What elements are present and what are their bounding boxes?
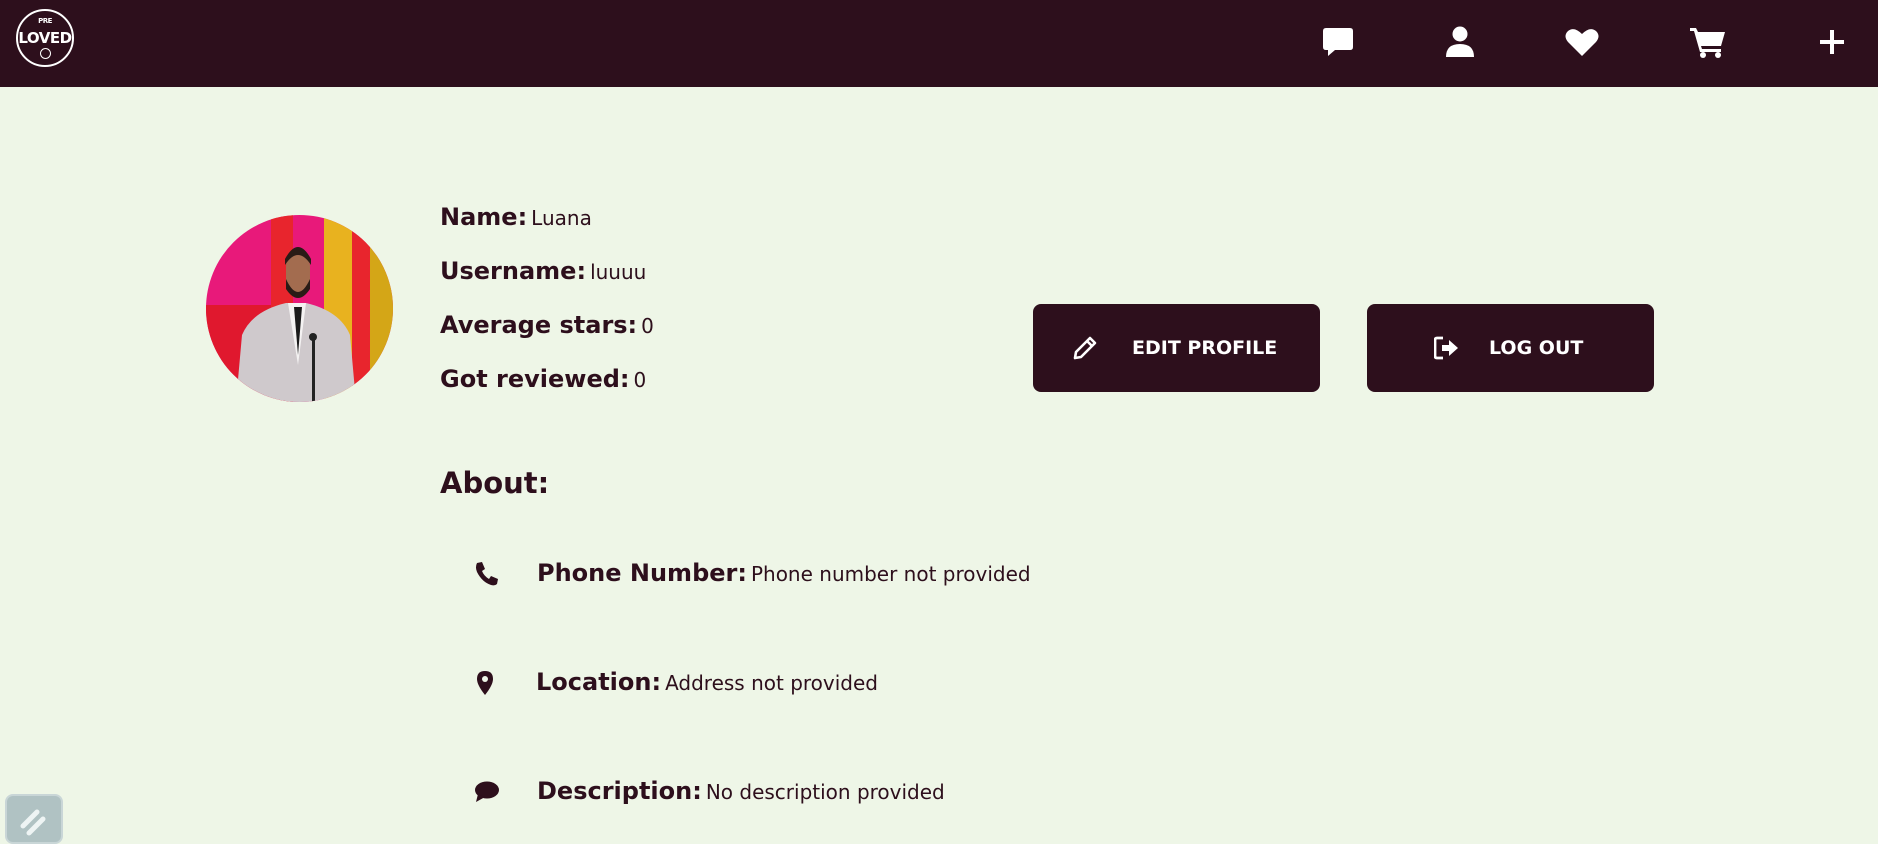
profile-nav-button[interactable]	[1440, 22, 1480, 62]
lightning-icon	[20, 809, 46, 836]
got-reviewed-label: Got reviewed:	[440, 365, 630, 393]
got-reviewed-row: Got reviewed: 0	[440, 365, 646, 393]
cart-nav-button[interactable]	[1688, 22, 1728, 62]
description-label: Description:	[537, 777, 702, 805]
average-stars-label: Average stars:	[440, 311, 638, 339]
got-reviewed-value: 0	[633, 368, 647, 392]
cart-icon	[1690, 28, 1725, 58]
phone-icon	[476, 562, 498, 586]
phone-number-label: Phone Number:	[537, 559, 747, 587]
chat-nav-button[interactable]	[1318, 22, 1358, 62]
location-value: Address not provided	[665, 671, 878, 695]
sign-out-icon	[1434, 336, 1458, 360]
username-value: luuuu	[590, 260, 647, 284]
chat-icon	[1323, 28, 1353, 56]
avatar-photo	[206, 215, 393, 402]
add-nav-button[interactable]	[1812, 22, 1852, 62]
name-label: Name:	[440, 203, 528, 231]
log-out-button[interactable]: LOG OUT	[1367, 304, 1654, 392]
edit-profile-label: EDIT PROFILE	[1132, 337, 1278, 359]
map-pin-icon	[477, 671, 493, 695]
phone-number-text: Phone Number: Phone number not provided	[537, 559, 1031, 587]
edit-profile-button[interactable]: EDIT PROFILE	[1033, 304, 1320, 392]
average-stars-row: Average stars: 0	[440, 311, 654, 339]
location-text: Location: Address not provided	[536, 668, 878, 696]
profile-avatar	[206, 215, 393, 402]
location-label: Location:	[536, 668, 662, 696]
name-row: Name: Luana	[440, 203, 592, 231]
description-text: Description: No description provided	[537, 777, 945, 805]
about-heading: About:	[440, 466, 550, 500]
preloved-logo[interactable]: PRE LOVED	[16, 9, 74, 67]
logo-ring-icon	[39, 48, 51, 59]
username-label: Username:	[440, 257, 587, 285]
description-value: No description provided	[705, 780, 945, 804]
logo-pre-text: PRE	[38, 17, 52, 25]
logo-main-text: LOVED	[18, 29, 72, 47]
plus-icon	[1820, 30, 1844, 54]
pencil-icon	[1073, 336, 1097, 360]
user-icon	[1446, 26, 1474, 57]
log-out-label: LOG OUT	[1489, 337, 1584, 359]
comment-icon	[475, 781, 499, 802]
name-value: Luana	[531, 206, 592, 230]
top-navbar: PRE LOVED	[0, 0, 1878, 87]
average-stars-value: 0	[641, 314, 654, 338]
favorites-nav-button[interactable]	[1562, 22, 1602, 62]
phone-number-value: Phone number not provided	[750, 562, 1031, 586]
heart-icon	[1565, 29, 1599, 56]
username-row: Username: luuuu	[440, 257, 646, 285]
